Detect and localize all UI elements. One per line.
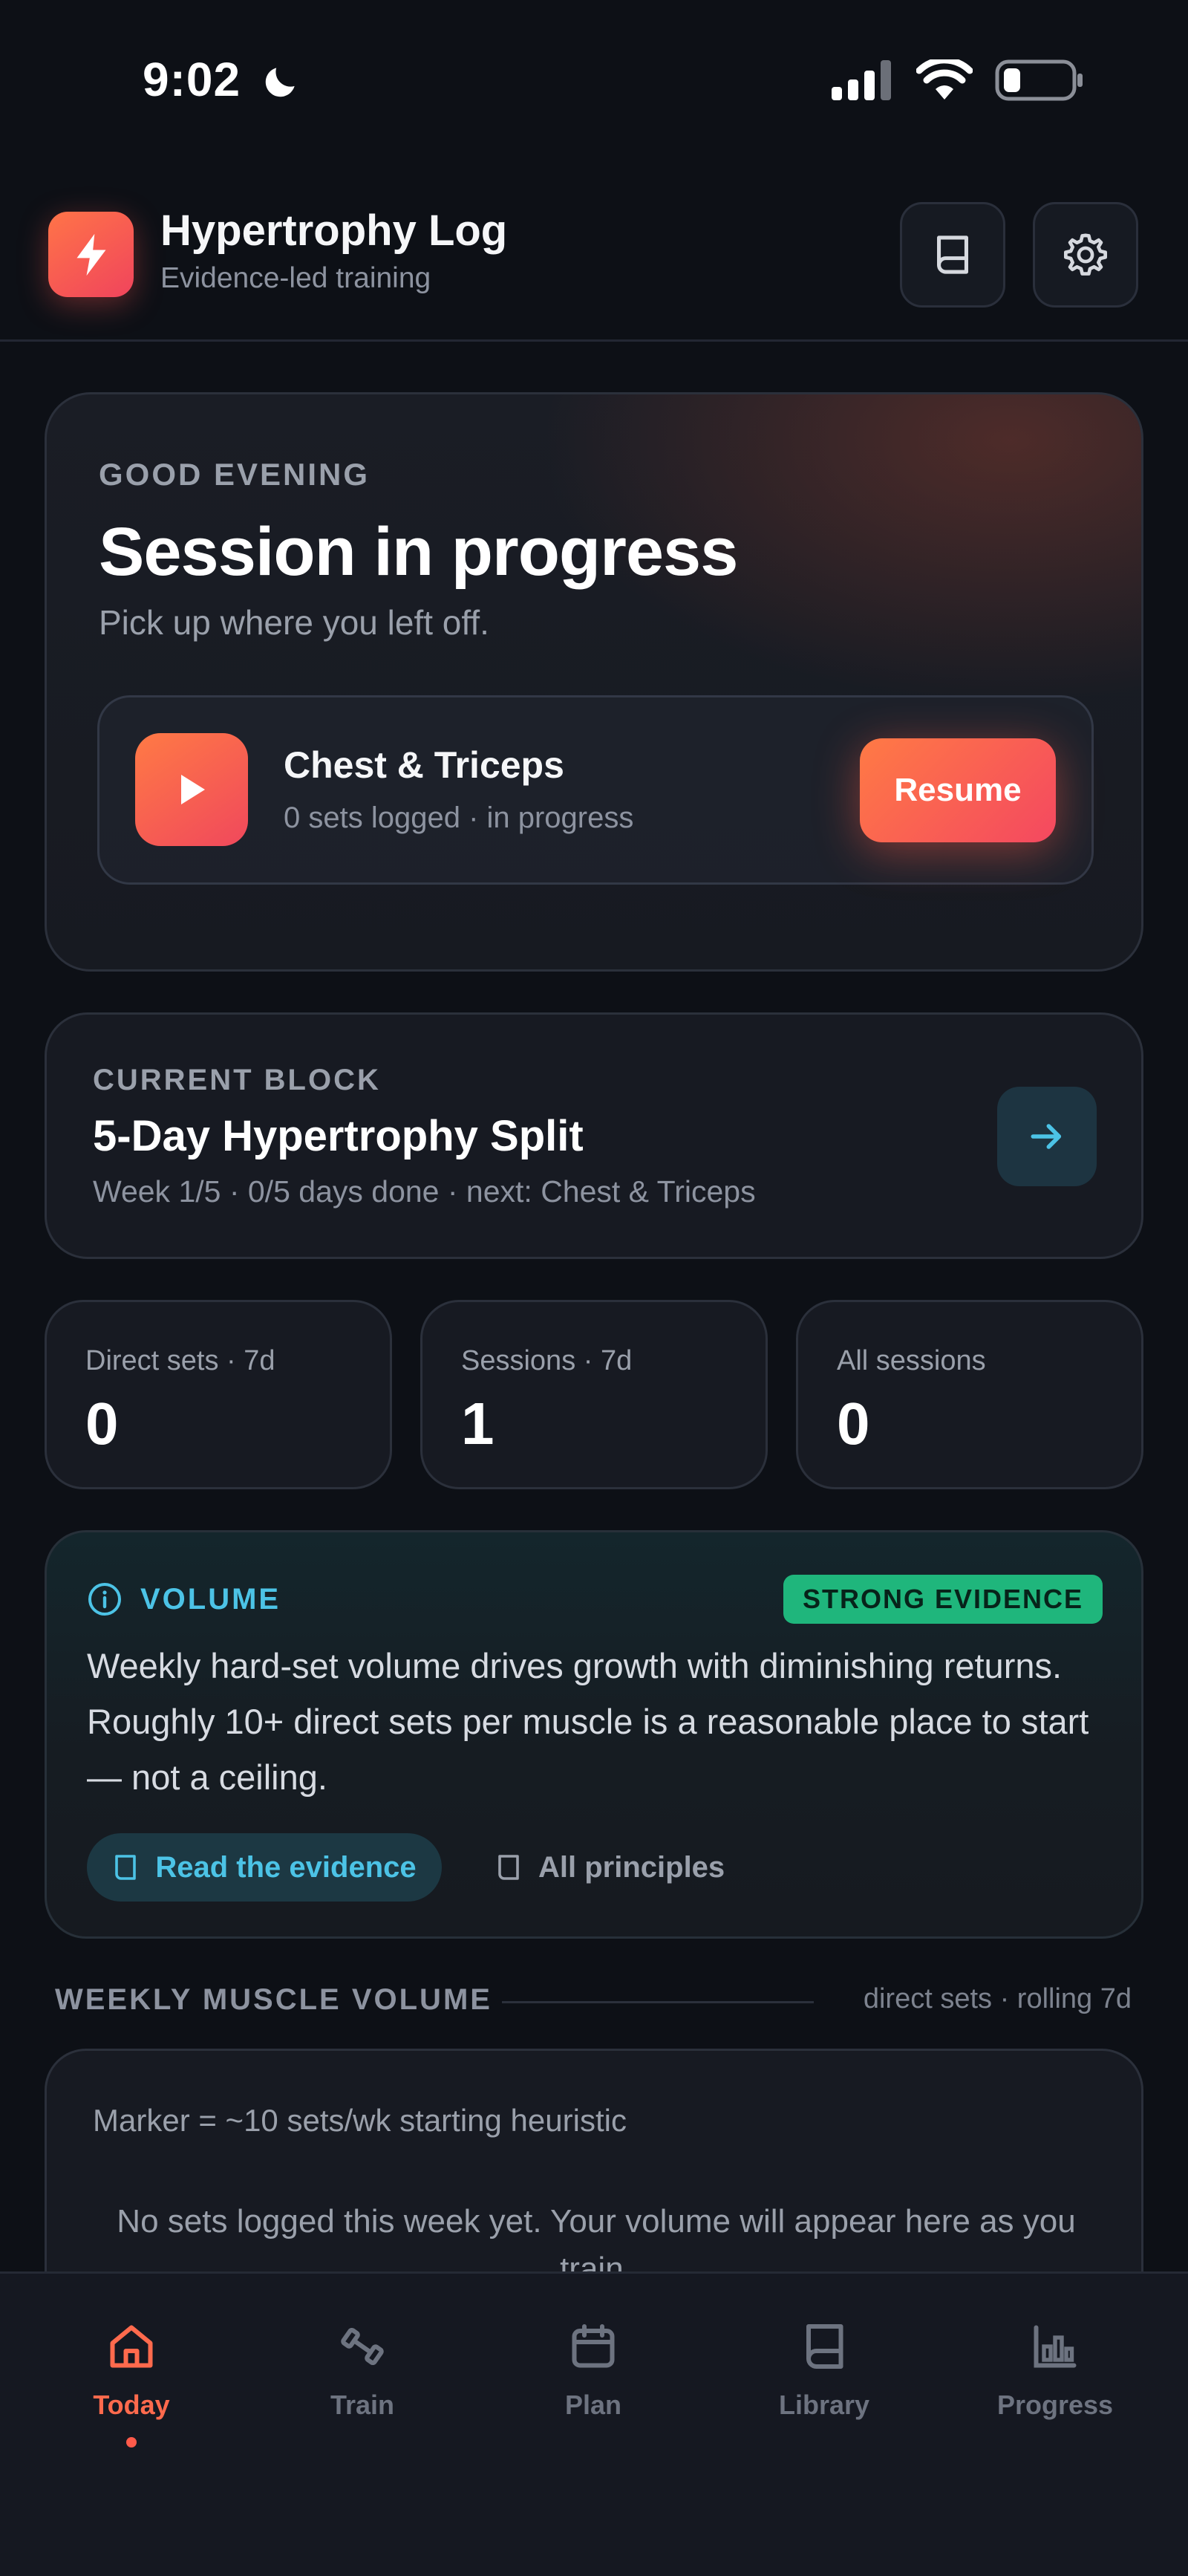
home-icon bbox=[110, 2325, 153, 2368]
current-block-card[interactable]: CURRENT BLOCK 5-Day Hypertrophy Split We… bbox=[45, 1012, 1143, 1259]
active-indicator bbox=[126, 2437, 137, 2447]
library-button[interactable] bbox=[900, 202, 1005, 308]
section-divider bbox=[502, 2001, 814, 2003]
book-icon bbox=[498, 1855, 519, 1880]
nav-label: Today bbox=[93, 2390, 170, 2420]
nav-library[interactable]: Library bbox=[713, 2317, 936, 2421]
battery-icon bbox=[995, 59, 1083, 101]
read-evidence-label: Read the evidence bbox=[155, 1850, 417, 1884]
open-block-button[interactable] bbox=[997, 1087, 1097, 1186]
moon-icon bbox=[265, 68, 295, 97]
evidence-header: VOLUME bbox=[87, 1581, 281, 1617]
gear-icon bbox=[1063, 233, 1108, 276]
nav-label: Progress bbox=[996, 2390, 1114, 2420]
nav-today[interactable]: Today bbox=[20, 2317, 243, 2447]
evidence-strength-badge: STRONG EVIDENCE bbox=[783, 1575, 1103, 1624]
status-bar: 9:02 bbox=[0, 0, 1188, 160]
hero-title: Session in progress bbox=[99, 514, 738, 590]
greeting: GOOD EVENING bbox=[99, 457, 371, 492]
block-title: 5-Day Hypertrophy Split bbox=[93, 1112, 584, 1160]
section-title: WEEKLY MUSCLE VOLUME bbox=[55, 1983, 492, 2016]
nav-progress[interactable]: Progress bbox=[944, 2317, 1166, 2421]
nav-plan[interactable]: Plan bbox=[482, 2317, 705, 2421]
dumbbell-icon bbox=[341, 2327, 384, 2366]
resume-button[interactable]: Resume bbox=[860, 738, 1056, 842]
arrow-right-icon bbox=[1031, 1124, 1062, 1149]
block-label: CURRENT BLOCK bbox=[93, 1064, 381, 1096]
all-principles-label: All principles bbox=[538, 1850, 725, 1884]
all-principles-button[interactable]: All principles bbox=[495, 1833, 725, 1902]
stat-label: Sessions · 7d bbox=[461, 1345, 633, 1376]
app-title: Hypertrophy Log bbox=[160, 206, 508, 255]
stat-label: All sessions bbox=[837, 1345, 986, 1376]
book-icon bbox=[937, 235, 968, 274]
stat-label: Direct sets · 7d bbox=[85, 1345, 275, 1376]
section-note: direct sets · rolling 7d bbox=[863, 1983, 1132, 2014]
read-evidence-button[interactable]: Read the evidence bbox=[87, 1833, 442, 1902]
volume-marker-note: Marker = ~10 sets/wk starting heuristic bbox=[93, 2103, 627, 2138]
app-screen: 9:02 Hypertrophy Log Evidence-led traini… bbox=[0, 0, 1188, 2576]
info-icon bbox=[88, 1583, 121, 1616]
evidence-topic: VOLUME bbox=[140, 1582, 281, 1616]
session-meta: 0 sets logged · in progress bbox=[284, 801, 634, 834]
bar-chart-icon bbox=[1034, 2325, 1077, 2368]
book-icon bbox=[806, 2324, 843, 2369]
evidence-text: Weekly hard-set volume drives growth wit… bbox=[87, 1646, 1089, 1797]
active-session[interactable]: Chest & Triceps 0 sets logged · in progr… bbox=[97, 695, 1094, 885]
block-meta: Week 1/5 · 0/5 days done · next: Chest &… bbox=[93, 1174, 756, 1209]
calendar-icon bbox=[572, 2324, 615, 2368]
session-hero-card: GOOD EVENING Session in progress Pick up… bbox=[45, 392, 1143, 972]
play-icon bbox=[181, 775, 205, 804]
session-name: Chest & Triceps bbox=[284, 744, 564, 786]
evidence-card: VOLUME STRONG EVIDENCE Weekly hard-set v… bbox=[45, 1530, 1143, 1939]
stat-value: 1 bbox=[461, 1391, 495, 1457]
lightning-bolt-icon bbox=[76, 233, 105, 276]
status-time: 9:02 bbox=[143, 53, 241, 106]
hero-subtitle: Pick up where you left off. bbox=[99, 603, 489, 642]
cellular-signal-icon bbox=[832, 60, 891, 100]
app-subtitle: Evidence-led training bbox=[160, 262, 431, 294]
stat-all-sessions: All sessions 0 bbox=[796, 1300, 1143, 1489]
settings-button[interactable] bbox=[1033, 202, 1138, 308]
status-icons bbox=[832, 59, 1084, 101]
bottom-nav: Today Train Plan Library Progress bbox=[0, 2271, 1188, 2576]
wifi-icon bbox=[916, 59, 973, 100]
stat-value: 0 bbox=[85, 1391, 119, 1457]
stat-direct-sets: Direct sets · 7d 0 bbox=[45, 1300, 392, 1489]
nav-label: Plan bbox=[564, 2390, 622, 2420]
app-logo bbox=[48, 212, 134, 297]
nav-label: Library bbox=[778, 2390, 870, 2420]
book-icon bbox=[115, 1855, 137, 1880]
stat-sessions: Sessions · 7d 1 bbox=[420, 1300, 768, 1489]
session-play-tile bbox=[135, 733, 248, 846]
stat-value: 0 bbox=[837, 1391, 870, 1457]
nav-train[interactable]: Train bbox=[251, 2317, 474, 2421]
nav-label: Train bbox=[330, 2390, 395, 2420]
app-header: Hypertrophy Log Evidence-led training bbox=[0, 197, 1188, 342]
